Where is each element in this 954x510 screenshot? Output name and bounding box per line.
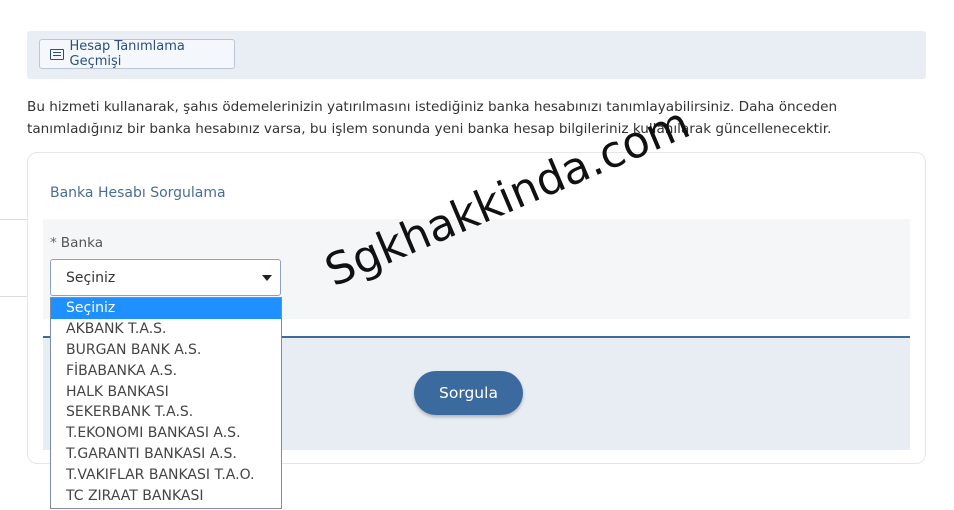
bank-option[interactable]: T.EKONOMI BANKASI A.S. (51, 423, 281, 444)
account-history-button[interactable]: Hesap Tanımlama Geçmişi (39, 39, 235, 69)
intro-text: Bu hizmeti kullanarak, şahıs ödemelerini… (27, 99, 838, 137)
list-icon (50, 48, 64, 60)
required-mark: * (50, 235, 57, 251)
bank-option[interactable]: HALK BANKASI (51, 382, 281, 403)
account-history-label: Hesap Tanımlama Geçmişi (69, 39, 185, 69)
card-title: Banka Hesabı Sorgulama (50, 185, 226, 201)
bank-option[interactable]: Seçiniz (51, 298, 281, 319)
caret-down-icon (262, 275, 272, 281)
bank-option[interactable]: BURGAN BANK A.S. (51, 340, 281, 361)
bank-option[interactable]: TC ZIRAAT BANKASI (51, 486, 281, 507)
bank-option[interactable]: FİBABANKA A.S. (51, 361, 281, 382)
bank-select-value: Seçiniz (66, 269, 116, 286)
query-button[interactable]: Sorgula (414, 371, 523, 415)
bank-option[interactable]: SEKERBANK T.A.S. (51, 402, 281, 423)
bank-option[interactable]: T.VAKIFLAR BANKASI T.A.O. (51, 465, 281, 486)
bank-option[interactable]: T.GARANTI BANKASI A.S. (51, 444, 281, 465)
bank-dropdown-list[interactable]: Seçiniz AKBANK T.A.S. BURGAN BANK A.S. F… (50, 297, 282, 509)
top-toolbar: Hesap Tanımlama Geçmişi (27, 31, 926, 79)
bank-select[interactable]: Seçiniz (50, 259, 281, 296)
bank-label-text: Banka (60, 235, 104, 251)
bank-option[interactable]: AKBANK T.A.S. (51, 319, 281, 340)
bank-field-label: * Banka (50, 235, 103, 251)
